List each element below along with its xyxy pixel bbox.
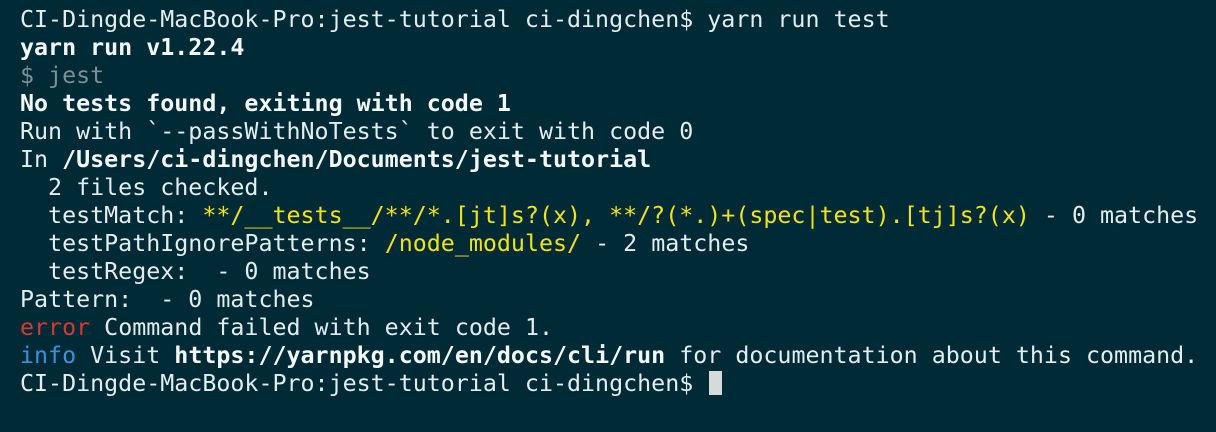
- error-tag: error: [20, 314, 91, 341]
- info-text-start: Visit: [76, 342, 175, 369]
- terminal-window[interactable]: CI-Dingde-MacBook-Pro:jest-tutorial ci-d…: [0, 0, 1216, 432]
- directory-path: /Users/ci-dingchen/Documents/jest-tutori…: [62, 146, 652, 173]
- test-match-pattern: **/__tests__/**/*.[jt]s?(x), **/?(*.)+(s…: [202, 202, 1030, 229]
- ignore-patterns-count: - 2 matches: [581, 230, 750, 257]
- test-regex-line: testRegex: - 0 matches: [20, 258, 371, 285]
- test-match-label: testMatch:: [20, 202, 203, 229]
- docs-link[interactable]: https://yarnpkg.com/en/docs/cli/run: [174, 342, 665, 369]
- command-text: yarn run test: [707, 6, 890, 33]
- info-line: info Visit https://yarnpkg.com/en/docs/c…: [20, 342, 1216, 370]
- error-line: error Command failed with exit code 1.: [20, 314, 1216, 342]
- shell-prompt-current: CI-Dingde-MacBook-Pro:jest-tutorial ci-d…: [20, 370, 708, 397]
- yarn-version-line: yarn run v1.22.4: [20, 34, 245, 61]
- jest-command-line: $ jest: [20, 62, 105, 89]
- ignore-patterns-line: testPathIgnorePatterns: /node_modules/ -…: [20, 230, 1216, 258]
- info-text-end: for documentation about this command.: [665, 342, 1199, 369]
- directory-line: In /Users/ci-dingchen/Documents/jest-tut…: [20, 146, 1216, 174]
- pass-with-no-tests-line: Run with `--passWithNoTests` to exit wit…: [20, 118, 694, 145]
- files-checked-line: 2 files checked.: [20, 174, 273, 201]
- text-cursor: [709, 371, 723, 395]
- ignore-patterns-value: /node_modules/: [384, 230, 582, 257]
- no-tests-found-line: No tests found, exiting with code 1: [20, 90, 511, 117]
- info-tag: info: [20, 342, 77, 369]
- test-match-count: - 0 matches: [1029, 202, 1199, 229]
- directory-prefix: In: [20, 146, 63, 173]
- error-message: Command failed with exit code 1.: [90, 314, 553, 341]
- ignore-patterns-label: testPathIgnorePatterns:: [20, 230, 385, 257]
- pattern-line: Pattern: - 0 matches: [20, 286, 315, 313]
- shell-prompt: CI-Dingde-MacBook-Pro:jest-tutorial ci-d…: [20, 6, 708, 33]
- test-match-line: testMatch: **/__tests__/**/*.[jt]s?(x), …: [20, 202, 1216, 230]
- prompt-line[interactable]: CI-Dingde-MacBook-Pro:jest-tutorial ci-d…: [20, 370, 1216, 398]
- command-line: CI-Dingde-MacBook-Pro:jest-tutorial ci-d…: [20, 6, 1216, 34]
